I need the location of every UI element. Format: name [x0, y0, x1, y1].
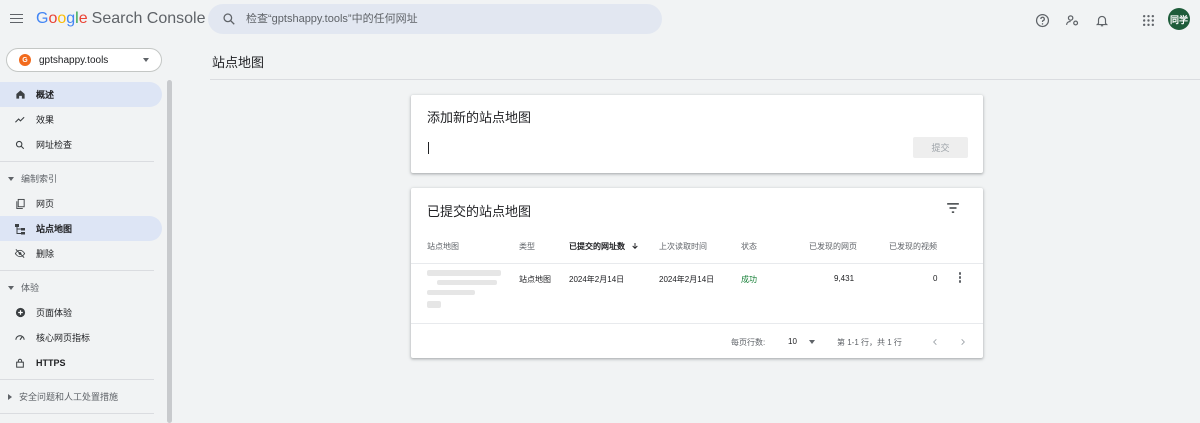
sidebar-section-experience[interactable]: 体验: [0, 275, 166, 300]
trending-up-icon: [14, 114, 26, 126]
column-header-sitemap[interactable]: 站点地图: [427, 241, 459, 252]
table-row-divider: [411, 263, 983, 264]
app-logo[interactable]: Google Search Console: [36, 10, 205, 28]
add-sitemap-title: 添加新的站点地图: [427, 110, 532, 125]
redacted-sitemap-url: [427, 301, 441, 308]
cell-type: 站点地图: [519, 275, 551, 284]
sidebar-item-url-inspection[interactable]: 网址检查: [0, 132, 162, 157]
sidebar-divider: [0, 270, 154, 271]
column-header-type[interactable]: 类型: [519, 241, 535, 252]
column-header-status[interactable]: 状态: [741, 241, 757, 252]
property-selector[interactable]: G gptshappy.tools: [6, 48, 162, 72]
chevron-right-icon[interactable]: [959, 336, 967, 350]
search-input[interactable]: [246, 13, 626, 25]
column-header-discovered-videos[interactable]: 已发现的视频: [889, 241, 937, 252]
sidebar-item-page-experience[interactable]: 页面体验: [0, 300, 162, 325]
submit-button[interactable]: 提交: [913, 137, 968, 158]
redacted-sitemap-url: [427, 270, 501, 276]
submitted-sitemaps-title: 已提交的站点地图: [427, 204, 532, 219]
rows-per-page-select[interactable]: 10: [788, 337, 797, 346]
manage-users-icon[interactable]: [1063, 11, 1081, 29]
page-experience-icon: [14, 307, 26, 319]
url-inspection-search[interactable]: [208, 4, 662, 34]
title-divider: [210, 79, 1200, 80]
sidebar-item-pages[interactable]: 网页: [0, 191, 162, 216]
sitemap-icon: [14, 223, 26, 235]
status-badge: 成功: [741, 275, 757, 284]
property-favicon: G: [19, 54, 31, 66]
redacted-sitemap-url: [427, 290, 475, 295]
text-cursor: [428, 142, 429, 154]
sidebar-item-sitemaps[interactable]: 站点地图: [0, 216, 162, 241]
page-title: 站点地图: [212, 55, 265, 70]
sidebar-divider: [0, 161, 154, 162]
sidebar-scrollbar[interactable]: [167, 80, 172, 423]
sidebar-item-https[interactable]: HTTPS: [0, 350, 162, 375]
more-vert-icon[interactable]: [958, 272, 962, 284]
apps-grid-icon[interactable]: [1139, 11, 1157, 29]
google-wordmark: Google: [36, 10, 88, 27]
sidebar-item-core-web-vitals[interactable]: 核心网页指标: [0, 325, 162, 350]
pagination-range: 第 1-1 行，共 1 行: [837, 338, 902, 347]
sidebar-section-security[interactable]: 安全问题和人工处置措施: [0, 384, 166, 409]
arrow-down-icon: [632, 243, 638, 249]
sidebar-item-overview[interactable]: 概述: [0, 82, 162, 107]
home-icon: [14, 89, 26, 101]
cell-submitted-date: 2024年2月14日: [569, 275, 625, 284]
chevron-down-icon: [143, 58, 149, 62]
sidebar-item-performance[interactable]: 效果: [0, 107, 162, 132]
submitted-sitemaps-card: 已提交的站点地图 站点地图 类型 已提交的网址数 上次读取时间 状态 已发现的网…: [411, 188, 983, 358]
cell-discovered-videos: 0: [933, 274, 938, 283]
removal-icon: [14, 248, 26, 260]
cell-last-read: 2024年2月14日: [659, 275, 715, 284]
property-name: gptshappy.tools: [39, 54, 109, 66]
top-bar: GoogleSearch Console 同学: [0, 0, 1200, 40]
add-sitemap-card: 添加新的站点地图 提交: [411, 95, 983, 254]
product-name: Search Console: [91, 10, 206, 27]
notifications-bell-icon[interactable]: [1093, 11, 1111, 29]
chevron-right-icon: [8, 393, 12, 400]
sidebar-item-removals[interactable]: 删除: [0, 241, 162, 266]
chevron-down-icon: [8, 285, 14, 290]
column-header-discovered-pages[interactable]: 已发现的网页: [809, 241, 857, 252]
rows-per-page-label: 每页行数:: [731, 338, 766, 347]
main-menu-button[interactable]: [10, 11, 28, 29]
chevron-down-icon[interactable]: [809, 340, 815, 344]
cell-discovered-pages: 9,431: [834, 274, 855, 283]
table-footer-divider: [411, 323, 983, 324]
column-header-submitted[interactable]: 已提交的网址数: [569, 241, 639, 252]
sidebar-divider: [0, 379, 154, 380]
chevron-down-icon: [8, 176, 14, 181]
filter-icon[interactable]: [946, 202, 960, 214]
redacted-sitemap-url: [437, 280, 497, 285]
account-avatar[interactable]: 同学: [1168, 8, 1190, 30]
lock-icon: [14, 357, 26, 369]
column-header-last-read[interactable]: 上次读取时间: [659, 241, 707, 252]
search-icon: [14, 139, 26, 151]
help-icon[interactable]: [1033, 11, 1051, 29]
chevron-left-icon[interactable]: [931, 336, 939, 350]
search-icon: [223, 13, 235, 25]
sidebar-section-indexing[interactable]: 编制索引: [0, 166, 166, 191]
gauge-icon: [14, 332, 26, 344]
sidebar-nav: 概述 效果 网址检查 编制索引 网页 站点地图 删除 体验 页面体验 核心网页指…: [0, 82, 166, 418]
sidebar-divider: [0, 413, 154, 414]
pages-icon: [14, 198, 26, 210]
